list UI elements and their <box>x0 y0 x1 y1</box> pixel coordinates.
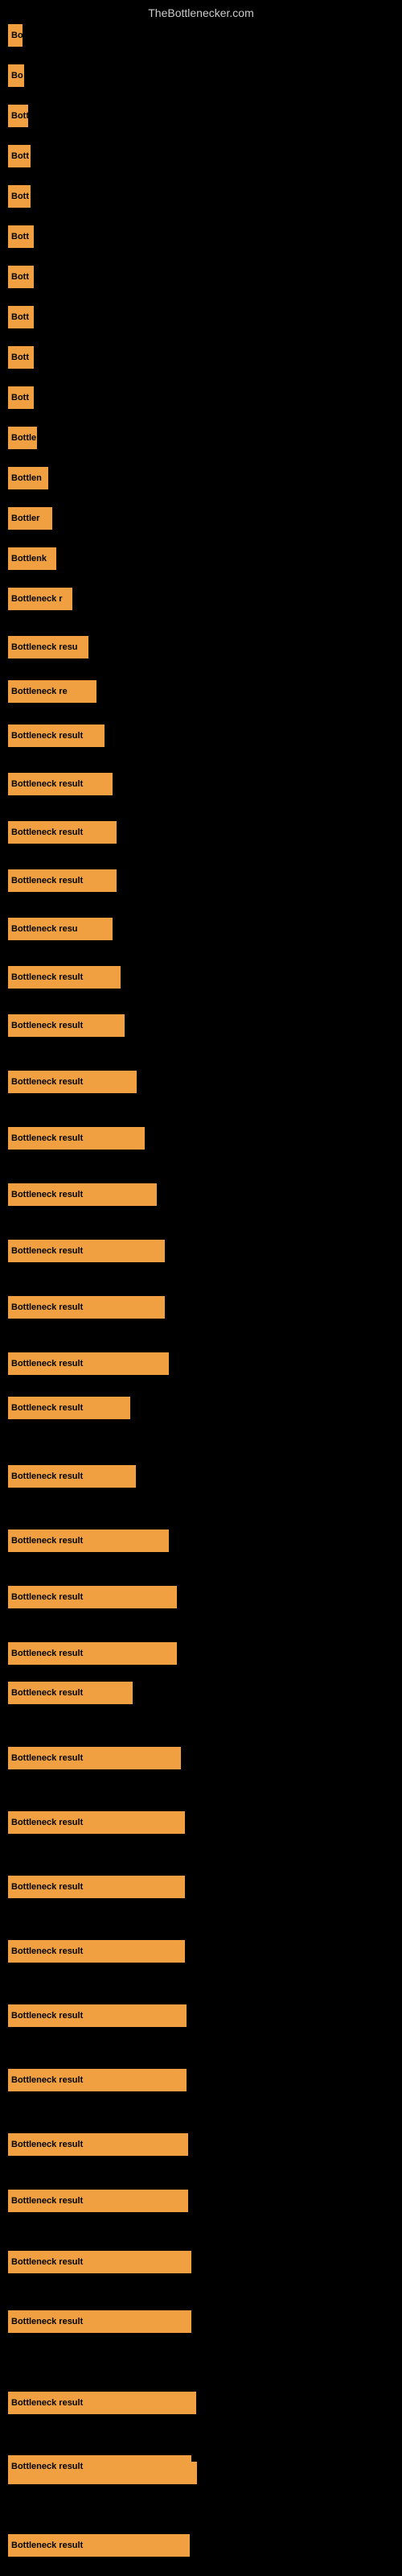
bar-item-13: Bottler <box>8 507 52 530</box>
bar-item-16: Bottleneck resu <box>8 636 88 658</box>
bar-label-11: Bottle <box>11 433 36 443</box>
bar-label-37: Bottleneck result <box>11 1753 83 1763</box>
bar-label-40: Bottleneck result <box>11 1946 83 1956</box>
bar-item-43: Bottleneck result <box>8 2133 188 2156</box>
bar-label-30: Bottleneck result <box>11 1359 83 1368</box>
bar-label-38: Bottleneck result <box>11 1818 83 1827</box>
bar-label-32: Bottleneck result <box>11 1472 83 1481</box>
bar-label-41: Bottleneck result <box>11 2011 83 2021</box>
bar-label-16: Bottleneck resu <box>11 642 78 652</box>
bar-item-40: Bottleneck result <box>8 1940 185 1963</box>
bar-item-11: Bottle <box>8 427 37 449</box>
bar-label-47: Bottleneck result <box>11 2398 83 2408</box>
bar-item-38: Bottleneck result <box>8 1811 185 1834</box>
bar-label-36: Bottleneck result <box>11 1688 83 1698</box>
bar-label-3: Bott <box>11 111 28 121</box>
bar-item-21: Bottleneck result <box>8 869 117 892</box>
bar-item-30: Bottleneck result <box>8 1352 169 1375</box>
bar-label-24: Bottleneck result <box>11 1021 83 1030</box>
bar-item-24: Bottleneck result <box>8 1014 125 1037</box>
bar-item-34: Bottleneck result <box>8 1586 177 1608</box>
bar-item-6: Bott <box>8 225 34 248</box>
bar-item-10: Bott <box>8 386 34 409</box>
bar-label-15: Bottleneck r <box>11 594 63 604</box>
bar-label-17: Bottleneck re <box>11 687 68 696</box>
bar-label-26: Bottleneck result <box>11 1133 83 1143</box>
bar-item-36: Bottleneck result <box>8 1682 133 1704</box>
bar-label-29: Bottleneck result <box>11 1302 83 1312</box>
bar-item-31: Bottleneck result <box>8 1397 130 1419</box>
bar-item-50: Bottleneck result <box>8 2455 191 2478</box>
bar-label-19: Bottleneck result <box>11 779 83 789</box>
bar-label-18: Bottleneck result <box>11 731 83 741</box>
bar-label-43: Bottleneck result <box>11 2140 83 2149</box>
bar-label-45: Bottleneck result <box>11 2257 83 2267</box>
bar-item-28: Bottleneck result <box>8 1240 165 1262</box>
bar-label-6: Bott <box>11 232 29 242</box>
bar-item-44: Bottleneck result <box>8 2190 188 2212</box>
bar-item-17: Bottleneck re <box>8 680 96 703</box>
bar-label-44: Bottleneck result <box>11 2196 83 2206</box>
bar-item-26: Bottleneck result <box>8 1127 145 1150</box>
bar-item-14: Bottlenk <box>8 547 56 570</box>
bar-label-13: Bottler <box>11 514 39 523</box>
bar-label-50: Bottleneck result <box>11 2462 83 2471</box>
bar-label-9: Bott <box>11 353 29 362</box>
bar-label-23: Bottleneck result <box>11 972 83 982</box>
bar-item-9: Bott <box>8 346 34 369</box>
bar-label-31: Bottleneck result <box>11 1403 83 1413</box>
bar-item-33: Bottleneck result <box>8 1530 169 1552</box>
bar-item-29: Bottleneck result <box>8 1296 165 1319</box>
bar-item-4: Bott <box>8 145 31 167</box>
bar-label-10: Bott <box>11 393 29 402</box>
bar-item-18: Bottleneck result <box>8 724 105 747</box>
bar-label-39: Bottleneck result <box>11 1882 83 1892</box>
bar-item-35: Bottleneck result <box>8 1642 177 1665</box>
bar-item-37: Bottleneck result <box>8 1747 181 1769</box>
bar-label-46: Bottleneck result <box>11 2317 83 2326</box>
bar-label-7: Bott <box>11 272 29 282</box>
bar-item-20: Bottleneck result <box>8 821 117 844</box>
bar-label-2: Bo <box>11 71 23 80</box>
bar-label-20: Bottleneck result <box>11 828 83 837</box>
bar-item-7: Bott <box>8 266 34 288</box>
bar-item-3: Bott <box>8 105 28 127</box>
bar-item-12: Bottlen <box>8 467 48 489</box>
bar-label-5: Bott <box>11 192 29 201</box>
bar-item-49: Bottleneck result <box>8 2534 190 2557</box>
bar-item-27: Bottleneck result <box>8 1183 157 1206</box>
bar-item-5: Bott <box>8 185 31 208</box>
bar-item-32: Bottleneck result <box>8 1465 136 1488</box>
bar-item-41: Bottleneck result <box>8 2004 187 2027</box>
bar-item-23: Bottleneck result <box>8 966 121 989</box>
bar-label-42: Bottleneck result <box>11 2075 83 2085</box>
bar-item-25: Bottleneck result <box>8 1071 137 1093</box>
bar-label-1: Bo <box>11 31 23 40</box>
bar-item-47: Bottleneck result <box>8 2392 196 2414</box>
bar-label-8: Bott <box>11 312 29 322</box>
bar-item-15: Bottleneck r <box>8 588 72 610</box>
bar-label-4: Bott <box>11 151 29 161</box>
bar-item-2: Bo <box>8 64 24 87</box>
bar-label-27: Bottleneck result <box>11 1190 83 1199</box>
bar-label-35: Bottleneck result <box>11 1649 83 1658</box>
bar-label-25: Bottleneck result <box>11 1077 83 1087</box>
bar-label-28: Bottleneck result <box>11 1246 83 1256</box>
bar-label-12: Bottlen <box>11 473 42 483</box>
bar-item-46: Bottleneck result <box>8 2310 191 2333</box>
bar-label-34: Bottleneck result <box>11 1592 83 1602</box>
bar-item-45: Bottleneck result <box>8 2251 191 2273</box>
bar-label-49: Bottleneck result <box>11 2541 83 2550</box>
bar-item-1: Bo <box>8 24 23 47</box>
bar-label-14: Bottlenk <box>11 554 47 564</box>
bar-label-33: Bottleneck result <box>11 1536 83 1546</box>
bar-item-42: Bottleneck result <box>8 2069 187 2091</box>
bar-item-22: Bottleneck resu <box>8 918 113 940</box>
site-title: TheBottlenecker.com <box>0 0 402 23</box>
bar-item-8: Bott <box>8 306 34 328</box>
bar-label-22: Bottleneck resu <box>11 924 78 934</box>
bar-label-21: Bottleneck result <box>11 876 83 886</box>
bar-item-39: Bottleneck result <box>8 1876 185 1898</box>
bar-item-19: Bottleneck result <box>8 773 113 795</box>
